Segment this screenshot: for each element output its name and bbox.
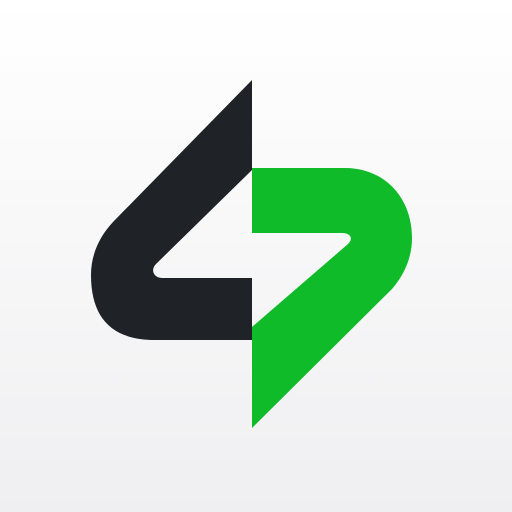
app-icon-canvas: [0, 0, 512, 512]
logo-dark-half: [91, 80, 252, 340]
bolt-split-mark-icon: [91, 80, 412, 428]
logo-green-half: [252, 168, 412, 428]
